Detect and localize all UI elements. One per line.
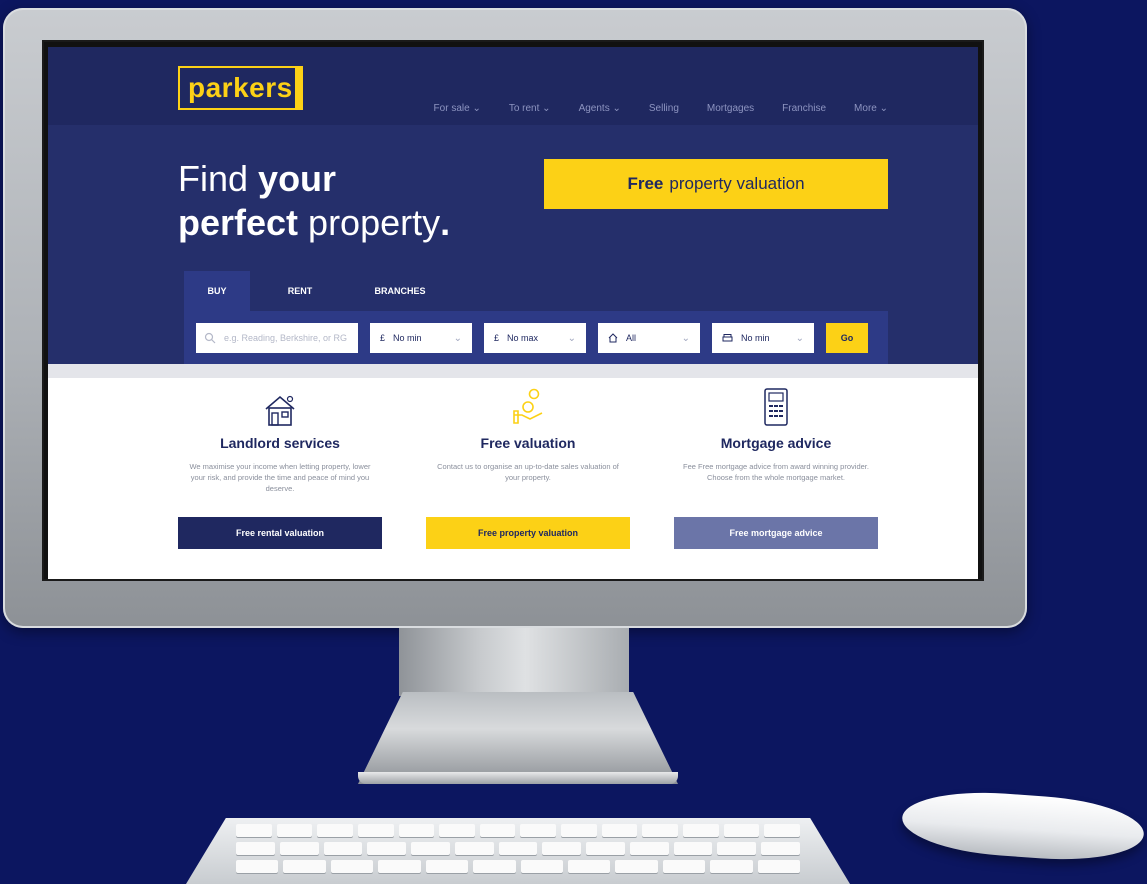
nav-agents[interactable]: Agents ⌄ (579, 103, 621, 114)
section-divider (48, 364, 978, 378)
nav-more[interactable]: More ⌄ (854, 103, 888, 114)
cta-bold: Free (627, 174, 664, 193)
chevron-down-icon: ⌄ (795, 332, 804, 344)
free-rental-valuation-button[interactable]: Free rental valuation (178, 517, 382, 549)
nav-for-sale[interactable]: For sale ⌄ (434, 103, 481, 114)
tab-rent[interactable]: RENT (250, 271, 350, 311)
max-price-value: No max (507, 333, 539, 343)
cta-rest: property valuation (669, 174, 805, 193)
headline-perfect: perfect (178, 202, 299, 243)
nav-mortgages[interactable]: Mortgages (707, 103, 754, 114)
bedrooms-value: No min (741, 333, 770, 343)
headline-property: property (298, 202, 441, 243)
search-tabs: BUY RENT BRANCHES (184, 271, 450, 311)
tab-buy[interactable]: BUY (184, 271, 250, 311)
nav-to-rent[interactable]: To rent ⌄ (509, 103, 551, 114)
search-placeholder: e.g. Reading, Berkshire, or RG (224, 333, 348, 343)
mouse (900, 786, 1146, 866)
parkers-logo[interactable]: parkers (178, 66, 303, 110)
service-title: Free valuation (480, 435, 576, 451)
service-title: Landlord services (220, 435, 340, 451)
property-type-value: All (626, 333, 637, 343)
pound-icon: £ (380, 333, 386, 343)
monitor-screen: parkers For sale ⌄ To rent ⌄ Agents ⌄ Se… (48, 47, 978, 579)
headline-your: your (258, 158, 337, 199)
services-section: Landlord services We maximise your incom… (178, 383, 878, 549)
monitor-stand-neck (399, 628, 629, 696)
nav-franchise[interactable]: Franchise (782, 103, 826, 114)
keyboard (186, 818, 850, 884)
monitor-stand-rim (358, 772, 678, 784)
min-price-value: No min (393, 333, 422, 343)
min-price-select[interactable]: £ No min ⌄ (370, 323, 472, 353)
calculator-icon (674, 383, 878, 427)
home-icon (608, 333, 618, 343)
nav-selling[interactable]: Selling (649, 103, 679, 114)
pound-icon: £ (494, 333, 500, 343)
location-search-input[interactable]: e.g. Reading, Berkshire, or RG (196, 323, 358, 353)
monitor-stand-foot (358, 692, 678, 784)
service-card-mortgage: Mortgage advice Fee Free mortgage advice… (674, 383, 878, 549)
max-price-select[interactable]: £ No max ⌄ (484, 323, 586, 353)
service-card-landlord: Landlord services We maximise your incom… (178, 383, 382, 549)
headline-dot: . (440, 202, 451, 243)
go-button[interactable]: Go (826, 323, 868, 353)
service-title: Mortgage advice (720, 435, 832, 451)
top-navigation: parkers For sale ⌄ To rent ⌄ Agents ⌄ Se… (48, 47, 978, 125)
chevron-down-icon: ⌄ (681, 332, 690, 344)
coin-hand-icon (426, 383, 630, 427)
service-description: Fee Free mortgage advice from award winn… (683, 462, 869, 482)
chevron-down-icon: ⌄ (453, 332, 462, 344)
headline-find: Find (178, 158, 259, 199)
hero-section: parkers For sale ⌄ To rent ⌄ Agents ⌄ Se… (48, 47, 978, 365)
property-type-select[interactable]: All ⌄ (598, 323, 700, 353)
service-description: Contact us to organise an up-to-date sal… (437, 462, 619, 482)
search-bar: e.g. Reading, Berkshire, or RG £ No min … (184, 311, 888, 365)
house-icon (178, 383, 382, 427)
free-property-valuation-button[interactable]: Free property valuation (426, 517, 630, 549)
free-property-valuation-hero-button[interactable]: Free property valuation (544, 159, 888, 209)
service-card-valuation: Free valuation Contact us to organise an… (426, 383, 630, 549)
logo-text: parkers (188, 72, 293, 103)
service-description: We maximise your income when letting pro… (189, 462, 371, 493)
tab-branches[interactable]: BRANCHES (350, 271, 450, 311)
hero-headline: Find your perfect property. (178, 157, 450, 245)
search-icon (204, 332, 216, 344)
bedrooms-select[interactable]: No min ⌄ (712, 323, 814, 353)
chevron-down-icon: ⌄ (567, 332, 576, 344)
free-mortgage-advice-button[interactable]: Free mortgage advice (674, 517, 878, 549)
bed-icon (722, 334, 733, 342)
nav-links: For sale ⌄ To rent ⌄ Agents ⌄ Selling Mo… (434, 103, 888, 114)
